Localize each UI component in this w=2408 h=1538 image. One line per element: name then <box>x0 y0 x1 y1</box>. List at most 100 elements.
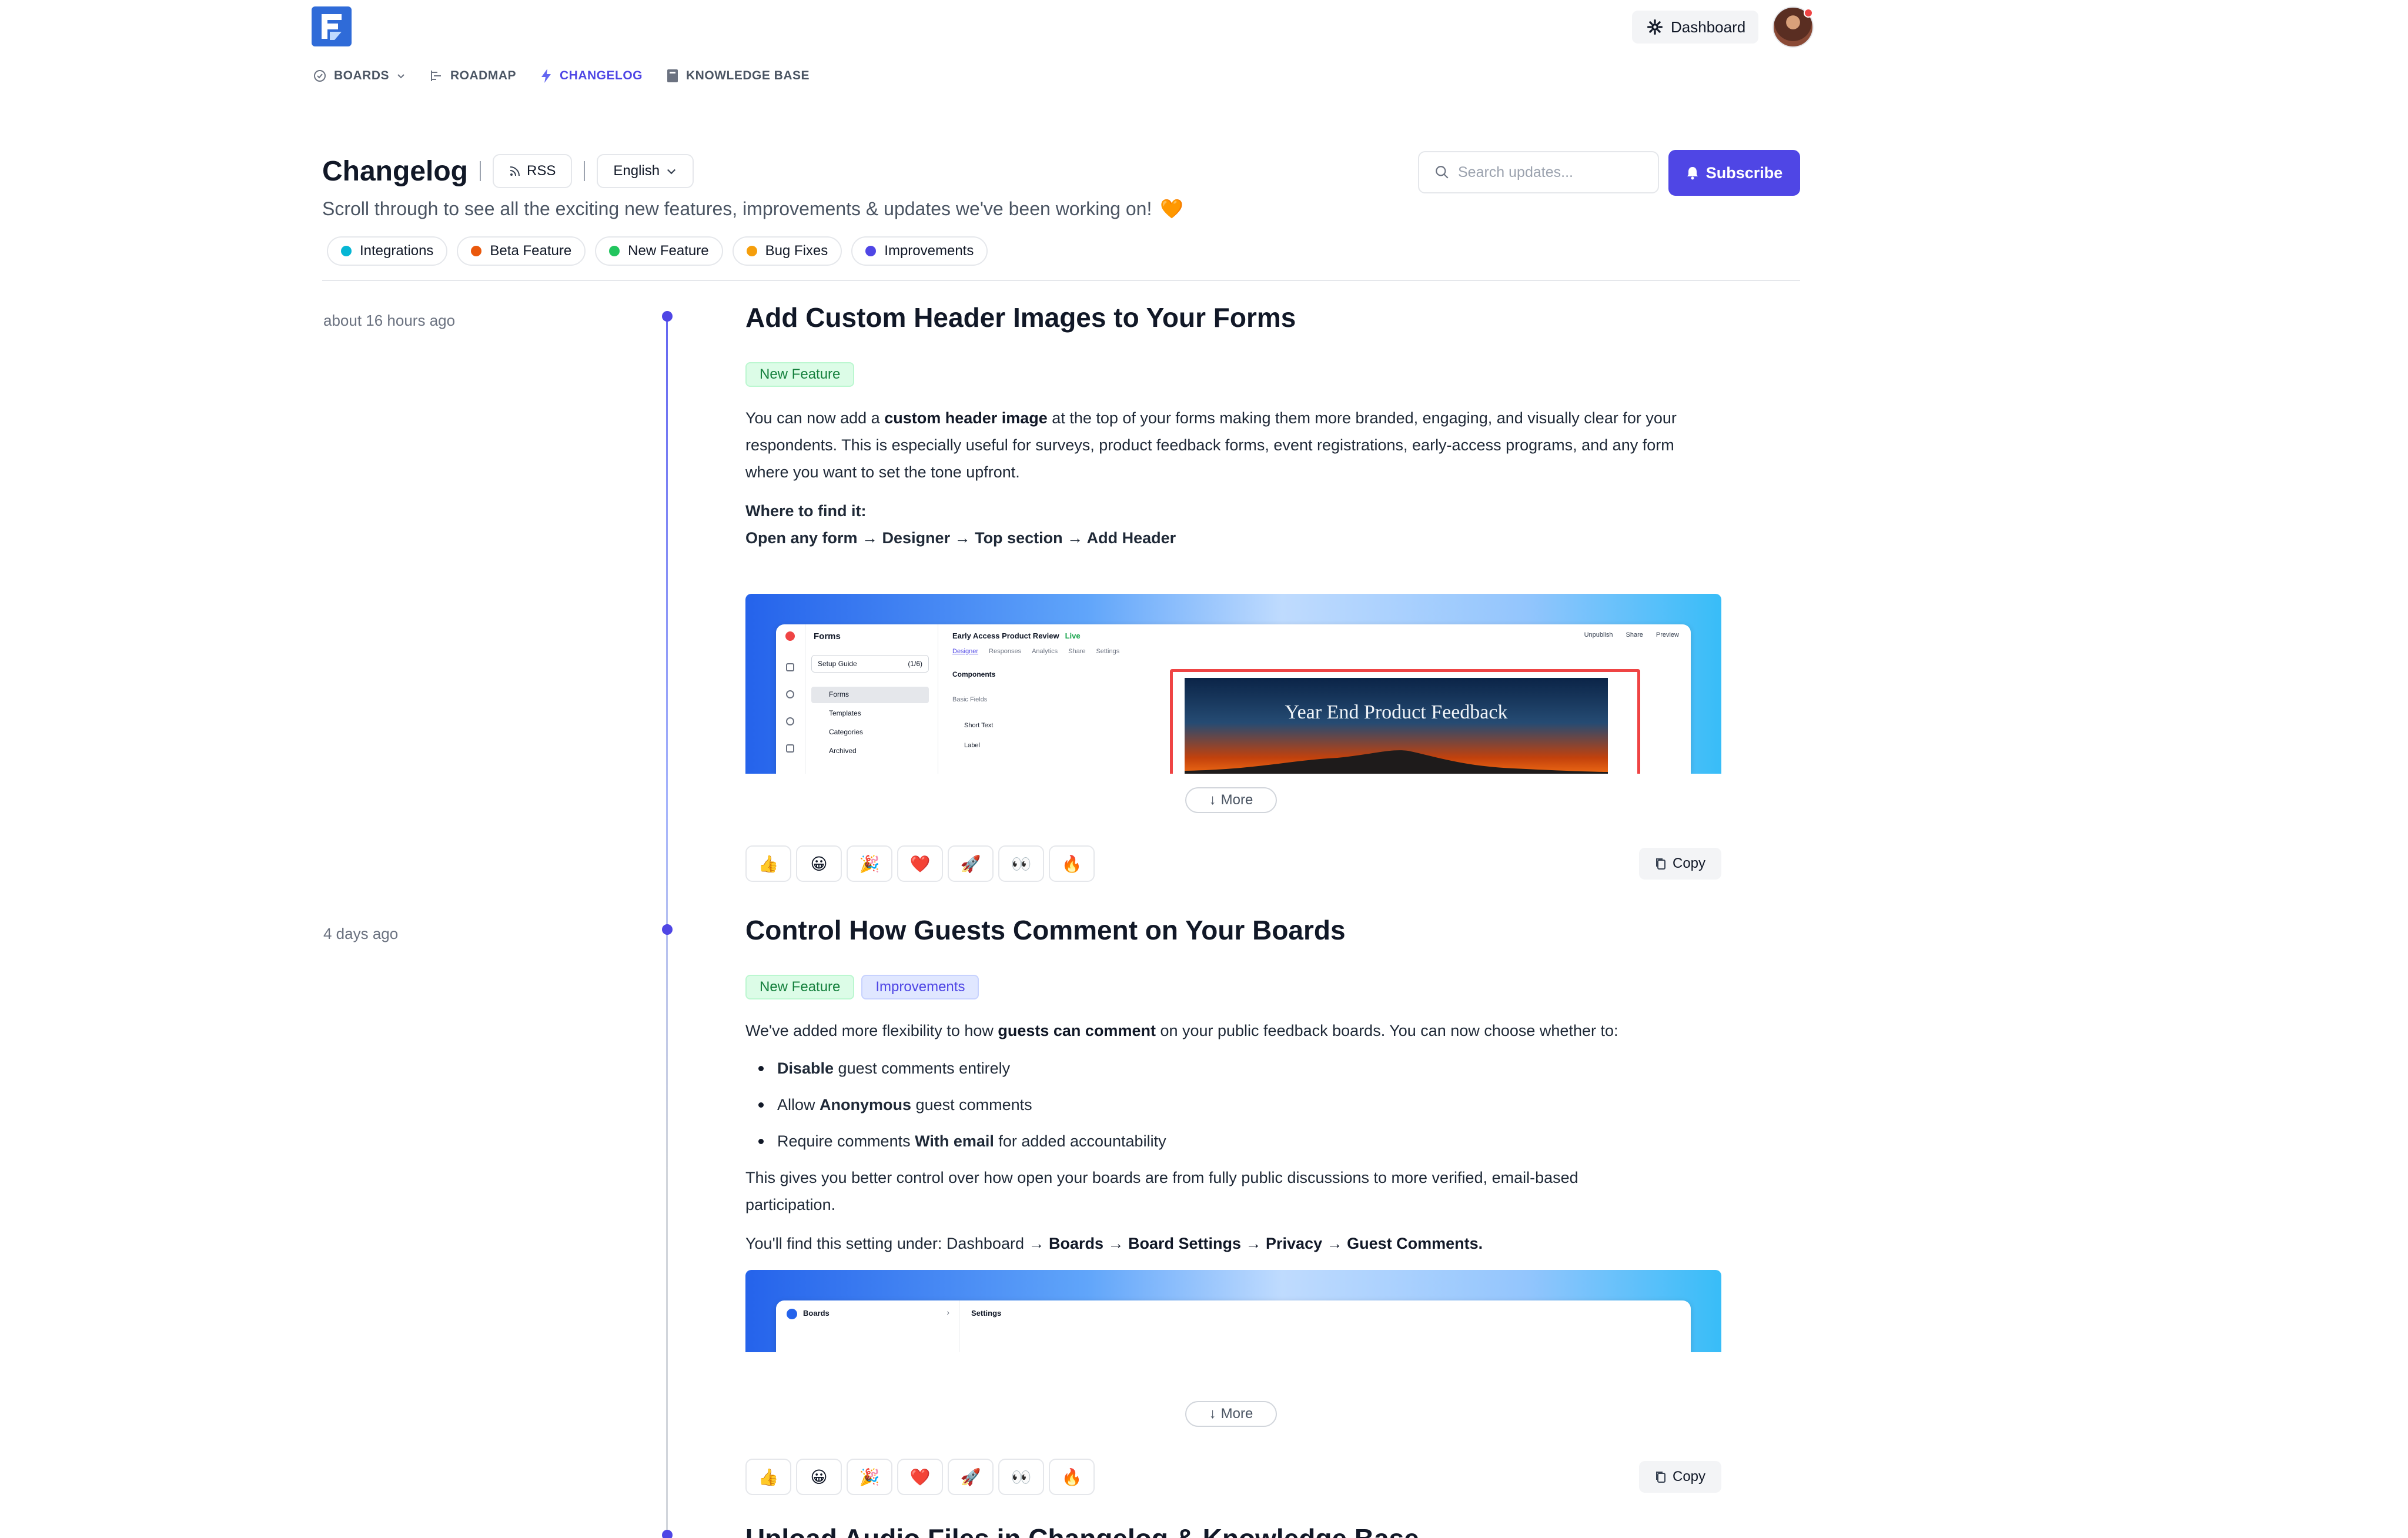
logo-icon <box>322 14 342 40</box>
changelog-page: Dashboard BOARDS ROADMAP CHANGELOG KNOWL… <box>0 0 2408 1538</box>
tag-improvements[interactable]: Improvements <box>861 975 979 1000</box>
reaction-heart[interactable]: ❤️ <box>897 1459 943 1495</box>
mock-setup-label: Setup Guide <box>818 660 857 668</box>
language-select[interactable]: English <box>597 154 694 188</box>
tag-new-feature[interactable]: New Feature <box>745 975 855 1000</box>
search-box[interactable] <box>1418 151 1659 193</box>
more-label: More <box>1220 1406 1253 1422</box>
title-separator <box>480 161 481 181</box>
nav-knowledge-base[interactable]: KNOWLEDGE BASE <box>666 68 810 83</box>
text-span: Allow <box>777 1096 820 1114</box>
entry-tags: New Feature Improvements <box>745 975 1721 1000</box>
filter-new-feature[interactable]: New Feature <box>595 236 723 266</box>
tag-new-feature[interactable]: New Feature <box>745 362 855 387</box>
list-item: Allow Anonymous guest comments <box>745 1086 1721 1123</box>
reaction-fire[interactable]: 🔥 <box>1049 845 1095 882</box>
preview-image[interactable]: Forms Setup Guide (1/6) Forms Templates … <box>745 594 1721 774</box>
reaction-heart[interactable]: ❤️ <box>897 845 943 882</box>
mock-action: Share <box>1626 631 1643 639</box>
boards-icon <box>314 70 326 82</box>
filter-bug-fixes[interactable]: Bug Fixes <box>732 236 842 266</box>
entry-paragraph: This gives you better control over how o… <box>745 1169 1578 1214</box>
copy-label: Copy <box>1672 855 1706 871</box>
entry-title[interactable]: Add Custom Header Images to Your Forms <box>745 302 1721 334</box>
copy-icon <box>1656 1472 1665 1483</box>
rss-icon <box>510 166 520 176</box>
where-label: Where to find it: <box>745 502 867 520</box>
reaction-smile[interactable]: 😀 <box>796 845 842 882</box>
entry-date: about 16 hours ago <box>323 312 456 329</box>
mock-banner-text: Year End Product Feedback <box>1285 701 1508 724</box>
mock-basic-fields: Basic Fields <box>952 696 988 704</box>
nav-roadmap-label: ROADMAP <box>450 69 517 82</box>
chip-label: Improvements <box>884 243 974 259</box>
changelog-entry: Control How Guests Comment on Your Board… <box>745 914 1721 1353</box>
nav-changelog[interactable]: CHANGELOG <box>540 68 643 83</box>
text-span: guest comments <box>911 1096 1032 1114</box>
text-span: for added accountability <box>994 1132 1166 1151</box>
mock-settings-icon <box>786 717 794 726</box>
subscribe-button[interactable]: Subscribe <box>1668 150 1800 196</box>
chip-label: New Feature <box>628 243 709 259</box>
bold-text: With email <box>915 1132 994 1151</box>
mock-sidebar-title: Boards <box>803 1309 830 1318</box>
preview-image[interactable]: Boards › Settings <box>745 1270 1721 1353</box>
mock-tab: Settings <box>1096 648 1120 656</box>
more-label: More <box>1220 792 1253 808</box>
language-value: English <box>613 163 660 179</box>
book-icon <box>667 69 678 82</box>
reaction-rocket[interactable]: 🚀 <box>948 845 994 882</box>
top-nav: BOARDS ROADMAP CHANGELOG KNOWLEDGE BASE <box>313 68 810 83</box>
mock-tab: Responses <box>989 648 1022 656</box>
rss-label: RSS <box>527 163 556 179</box>
search-input[interactable] <box>1458 163 1646 181</box>
nav-changelog-label: CHANGELOG <box>560 69 643 82</box>
reaction-eyes[interactable]: 👀 <box>998 1459 1044 1495</box>
mock-sidebar: Boards › <box>776 1300 959 1353</box>
filter-improvements[interactable]: Improvements <box>851 236 988 266</box>
timeline-dot <box>662 1530 673 1538</box>
app-logo[interactable] <box>312 6 352 46</box>
text-span: You can now add a <box>745 409 885 427</box>
bell-icon <box>1687 167 1698 180</box>
filter-chips: Integrations Beta Feature New Feature Bu… <box>327 236 988 266</box>
nav-roadmap[interactable]: ROADMAP <box>429 69 516 83</box>
entry-paragraph: You can now add a custom header image at… <box>745 404 1721 486</box>
mock-logo-icon <box>787 1309 797 1320</box>
page-subtitle: Scroll through to see all the exciting n… <box>322 198 1183 220</box>
mock-logo-icon <box>785 631 795 641</box>
filter-beta-feature[interactable]: Beta Feature <box>457 236 586 266</box>
entry-tags: New Feature <box>745 362 1721 387</box>
reaction-party[interactable]: 🎉 <box>847 845 892 882</box>
reaction-thumbs-up[interactable]: 👍 <box>745 1459 791 1495</box>
reaction-fire[interactable]: 🔥 <box>1049 1459 1095 1495</box>
entry-title[interactable]: Control How Guests Comment on Your Board… <box>745 914 1721 947</box>
chip-dot <box>471 246 482 256</box>
mock-tab: Analytics <box>1032 648 1058 656</box>
roadmap-icon <box>431 71 442 81</box>
reaction-party[interactable]: 🎉 <box>847 1459 892 1495</box>
copy-button[interactable]: Copy <box>1639 1461 1721 1493</box>
nav-boards[interactable]: BOARDS <box>313 69 406 83</box>
mock-action: Preview <box>1656 631 1679 639</box>
mock-tabs: Designer Responses Analytics Share Setti… <box>952 648 1119 655</box>
notification-dot <box>1804 8 1813 18</box>
entry-title[interactable]: Upload Audio Files in Changelog & Knowle… <box>745 1523 1721 1538</box>
mountain-shape <box>1185 750 1608 774</box>
mock-sidebar-categories: Categories <box>829 728 864 737</box>
more-button[interactable]: ↓ More <box>1185 1401 1277 1427</box>
reaction-rocket[interactable]: 🚀 <box>948 1459 994 1495</box>
reaction-thumbs-up[interactable]: 👍 <box>745 845 791 882</box>
mock-app-name: Forms <box>814 631 841 642</box>
reaction-eyes[interactable]: 👀 <box>998 845 1044 882</box>
text-span: on your public feedback boards. You can … <box>1155 1022 1618 1040</box>
filter-integrations[interactable]: Integrations <box>327 236 448 266</box>
rss-button[interactable]: RSS <box>493 154 573 188</box>
option-list: Disable guest comments entirely Allow An… <box>745 1050 1721 1159</box>
bold-text: Boards → Board Settings → Privacy → Gues… <box>1048 1235 1483 1253</box>
changelog-entry: Add Custom Header Images to Your Forms N… <box>745 302 1721 774</box>
reaction-smile[interactable]: 😀 <box>796 1459 842 1495</box>
more-button[interactable]: ↓ More <box>1185 787 1277 813</box>
copy-button[interactable]: Copy <box>1639 848 1721 880</box>
dashboard-button[interactable]: Dashboard <box>1632 11 1758 44</box>
